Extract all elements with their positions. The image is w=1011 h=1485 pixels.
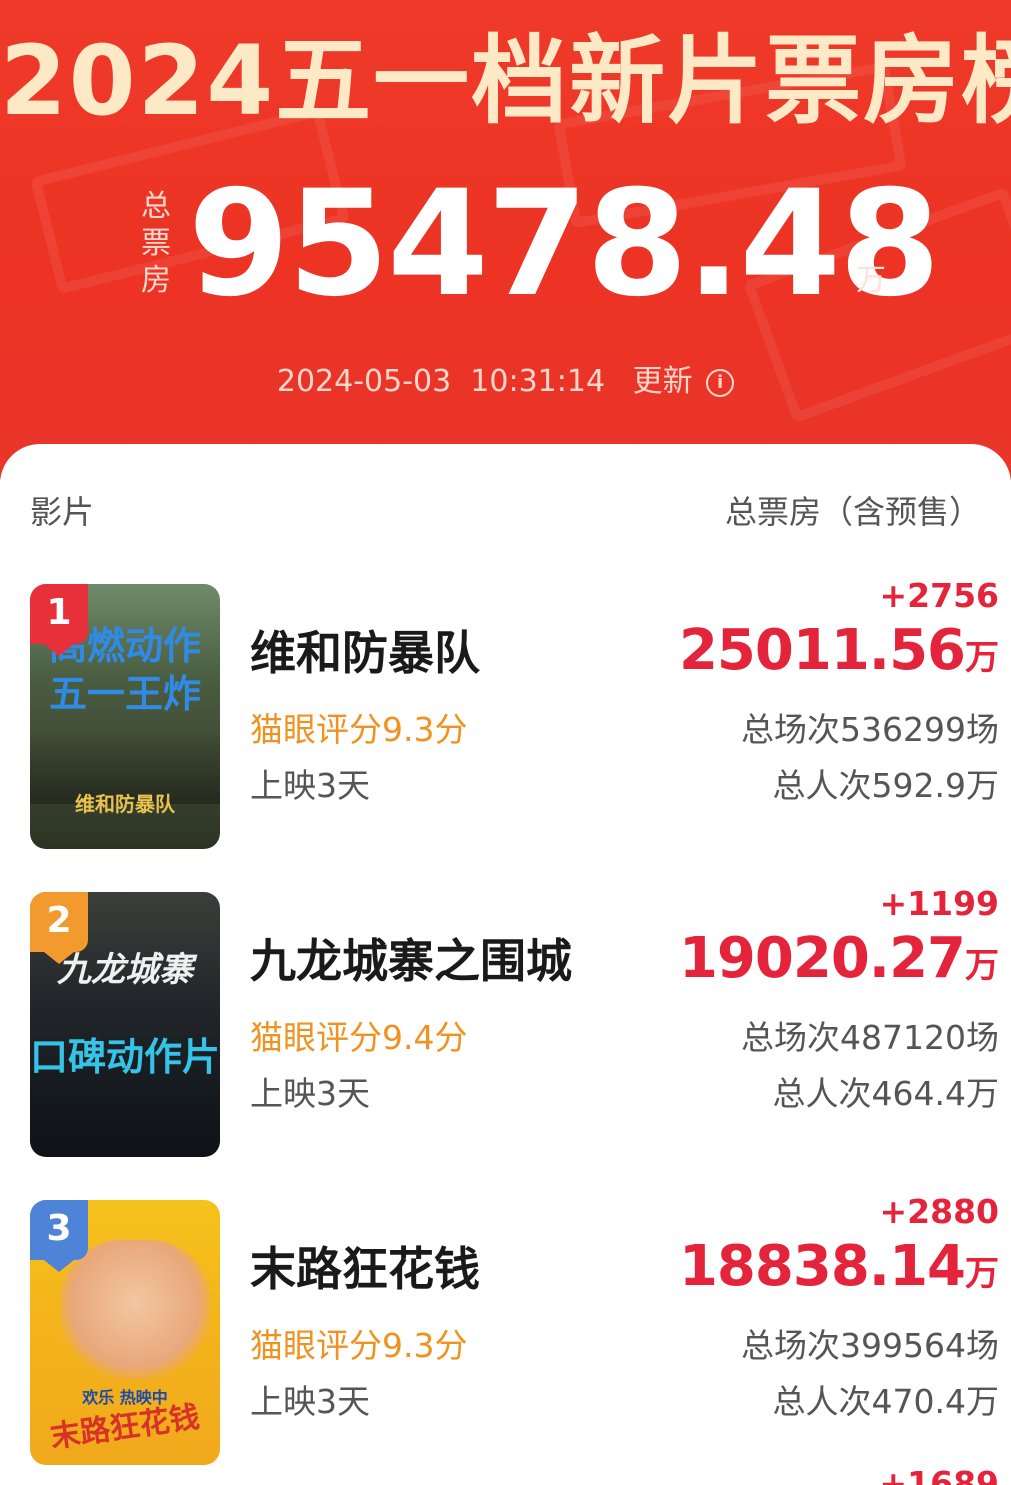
total-admissions: 总人次464.4万 <box>772 1074 999 1113</box>
ranking-list: 影片 总票房（含预售） 高燃动作 五一王炸 维和防暴队 1 维和防暴队 猫眼评分… <box>0 444 1011 1485</box>
total-sessions: 总场次536299场 <box>741 710 999 749</box>
gross-unit: 万 <box>965 638 999 678</box>
release-days: 上映3天 <box>250 1382 370 1421</box>
update-time: 2024-05-03 10:31:14 <box>276 364 606 399</box>
page-title: 2024五一档新片票房榜 <box>0 25 1011 137</box>
poster-text: 五一王炸 <box>48 672 201 716</box>
movie-row[interactable]: 九龙城寨 口碑动作片 2 九龙城寨之围城 猫眼评分9.4分 上映3天 +1199… <box>0 884 1011 1162</box>
poster-text: 口碑动作片 <box>30 1035 220 1079</box>
total-sessions: 总场次399564场 <box>741 1326 999 1365</box>
gross-number: 25011.56 <box>678 618 966 683</box>
poster-faces <box>60 1240 210 1380</box>
total-sessions: 总场次487120场 <box>741 1018 999 1057</box>
gross-increase: +2756 <box>879 576 1000 615</box>
gross-unit: 万 <box>965 1254 999 1294</box>
update-label: 更新 <box>632 364 693 399</box>
rank-badge: 1 <box>30 584 88 656</box>
update-row[interactable]: 2024-05-03 10:31:14 更新 i <box>0 362 1011 402</box>
movie-row[interactable]: 欢乐 热映中 末路狂花钱 3 末路狂花钱 猫眼评分9.3分 上映3天 +2880… <box>0 1192 1011 1470</box>
total-admissions: 总人次470.4万 <box>772 1382 999 1421</box>
gross-unit: 万 <box>965 946 999 986</box>
movie-rating: 猫眼评分9.4分 <box>250 1018 468 1057</box>
total-value: 95478.48 <box>188 159 941 329</box>
gross-number: 18838.14 <box>678 1234 966 1299</box>
release-days: 上映3天 <box>250 766 370 805</box>
movie-title[interactable]: 末路狂花钱 <box>250 1240 480 1298</box>
header-banner: 2024五一档新片票房榜 总票房 95478.48 万 2024-05-03 1… <box>0 0 1011 480</box>
rank-badge: 2 <box>30 892 88 964</box>
gross-increase-partial: +1689 <box>879 1464 1000 1485</box>
rank-badge: 3 <box>30 1200 88 1272</box>
gross-increase: +2880 <box>879 1192 1000 1231</box>
gross-value: 25011.56万 <box>679 618 999 684</box>
gross-value: 19020.27万 <box>679 926 999 992</box>
info-icon[interactable]: i <box>706 369 735 397</box>
movie-title[interactable]: 九龙城寨之围城 <box>250 932 572 990</box>
gross-value: 18838.14万 <box>679 1234 999 1300</box>
total-unit: 万 <box>856 263 886 298</box>
release-days: 上映3天 <box>250 1074 370 1113</box>
movie-rating: 猫眼评分9.3分 <box>250 1326 468 1365</box>
total-box-office: 总票房 95478.48 万 <box>138 170 941 318</box>
column-header-gross: 总票房（含预售） <box>724 493 981 531</box>
movie-rating: 猫眼评分9.3分 <box>250 710 468 749</box>
poster-text: 维和防暴队 <box>75 792 175 816</box>
total-admissions: 总人次592.9万 <box>772 766 999 805</box>
gross-increase: +1199 <box>879 884 1000 923</box>
movie-row[interactable]: 高燃动作 五一王炸 维和防暴队 1 维和防暴队 猫眼评分9.3分 上映3天 +2… <box>0 576 1011 854</box>
movie-title[interactable]: 维和防暴队 <box>250 624 480 682</box>
gross-number: 19020.27 <box>678 926 966 991</box>
total-label: 总票房 <box>141 189 171 298</box>
column-header-movie: 影片 <box>30 493 95 531</box>
